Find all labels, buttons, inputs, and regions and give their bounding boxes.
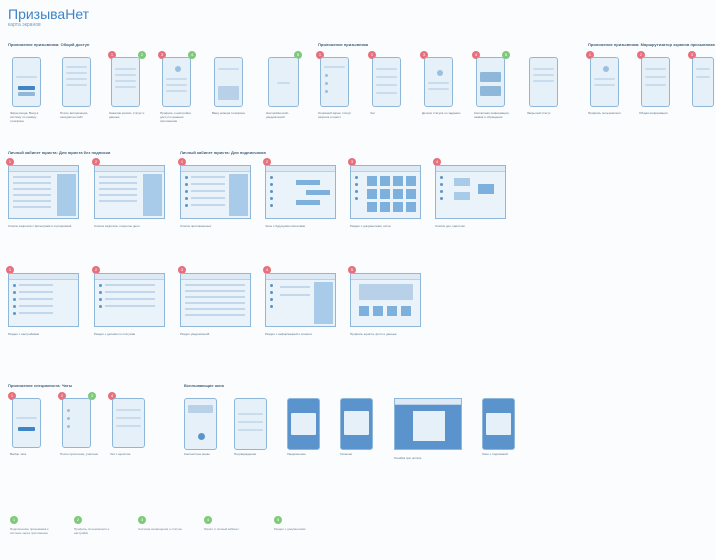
screen-user-profile[interactable] <box>590 57 619 107</box>
caption-lawyer-profile: Профиль юриста, фото и данные <box>350 332 397 336</box>
caption-phone-input: Ввод номера телефона <box>212 111 245 115</box>
caption-payment-error: Ошибка при оплате <box>394 456 422 460</box>
screen-confirm[interactable] <box>234 398 267 450</box>
section-label-popups: Всплывающие окна <box>184 383 224 388</box>
legend-badge: 5 <box>274 516 282 524</box>
section-label-app: Приложение призывника <box>318 42 369 47</box>
caption-context-menu: Контекстное меню <box>184 452 210 456</box>
screen-notify[interactable] <box>287 398 320 450</box>
screen-chat-select[interactable] <box>12 398 41 448</box>
legend-note: Юрист и личный кабинет <box>204 527 239 531</box>
screen-invited[interactable] <box>180 165 251 219</box>
section-label-router: Приложение призывника: Маршрутизатор экр… <box>588 42 715 47</box>
caption-profile: Профиль и настройки, доступ к данным при… <box>160 111 192 123</box>
caption-contact: Контактная информация, заявка и обращени… <box>474 111 510 119</box>
legend-note: Подключение призывника к системе через п… <box>10 527 49 535</box>
screen-notifications[interactable] <box>180 273 251 327</box>
caption-lawyer-list: Список запросов с фильтрами и сортировко… <box>8 224 72 228</box>
caption-after-auth: После авторизации, заходим на сайт <box>60 111 89 119</box>
caption-tooltip: Окно с подсказкой <box>482 452 508 456</box>
caption-main-status: Основной экран: статус запроса и юрист <box>318 111 351 119</box>
screen-lawyer-list[interactable] <box>8 165 79 219</box>
legend-badge: 4 <box>204 516 212 524</box>
screen-login[interactable] <box>12 57 41 107</box>
caption-success: Успешно <box>340 452 353 456</box>
screen-info[interactable] <box>641 57 670 107</box>
caption-client-info: Раздел с информацией о клиенте <box>265 332 313 336</box>
caption-documents-grid: Раздел с документами, сетка <box>350 224 391 228</box>
caption-invited: Список приглашенных <box>180 224 212 228</box>
caption-status-detail: Детали статуса по заданию <box>422 111 461 115</box>
caption-user-profile: Профиль пользователя <box>588 111 621 115</box>
caption-status: Нажатие кнопки, статус и данные <box>109 111 145 119</box>
caption-lawyer-chats: Чаты с будущими клиентами <box>265 224 306 228</box>
caption-confirm: Подтверждение <box>234 452 257 456</box>
screen-cases-status[interactable] <box>94 273 165 327</box>
section-label-lawyer-sub: Личный кабинет юриста: Для подписчиков <box>180 150 266 155</box>
screen-tooltip[interactable] <box>482 398 515 450</box>
caption-chat: Чат <box>370 111 375 115</box>
screen-closed[interactable] <box>529 57 558 107</box>
screen-phone-input[interactable] <box>214 57 243 107</box>
caption-closed: Закрытый статус <box>527 111 551 115</box>
screen-cut[interactable] <box>692 57 714 107</box>
caption-lawyer-case: Список запросов, открытое дело <box>94 224 140 228</box>
screen-chat[interactable] <box>372 57 401 107</box>
section-label-chats: Приложение специалиста: Чаты <box>8 383 73 388</box>
legend-badge: 1 <box>10 516 18 524</box>
caption-settings: Раздел с настройками <box>8 332 40 336</box>
legend-badge: 2 <box>74 516 82 524</box>
screen-lawyer-case[interactable] <box>94 165 165 219</box>
screen-lawyer-chats[interactable] <box>265 165 336 219</box>
caption-notify: Уведомление <box>287 452 306 456</box>
caption-cases-status: Раздел с делами по статусам <box>94 332 136 336</box>
screen-documents-grid[interactable] <box>350 165 421 219</box>
screen-contact[interactable] <box>476 57 505 107</box>
screen-lawyer-profile[interactable] <box>350 273 421 327</box>
screen-push[interactable] <box>268 57 299 107</box>
legend-note: Раздел с документами <box>274 527 306 531</box>
caption-chat-lawyer: Чат с юристом <box>110 452 131 456</box>
section-label-general: Приложение призывника: Общий доступ <box>8 42 90 47</box>
screen-status-detail[interactable] <box>424 57 453 107</box>
screen-cases-cards[interactable] <box>435 165 506 219</box>
page-subtitle: карта экранов <box>8 22 41 28</box>
screen-settings[interactable] <box>8 273 79 327</box>
screen-payment-error[interactable] <box>394 398 462 450</box>
legend-note: Профиль пользователя и настройки <box>74 527 110 535</box>
caption-chat-select: Выбор чата <box>10 452 27 456</box>
screen-after-auth[interactable] <box>62 57 91 107</box>
caption-push: Настройка push-уведомлений <box>266 111 290 119</box>
screen-main-status[interactable] <box>320 57 349 107</box>
page-title: ПризываНет <box>8 6 90 22</box>
screen-context-menu[interactable] <box>184 398 217 450</box>
screen-client-info[interactable] <box>265 273 336 327</box>
legend-note: Система оповещения о статусе <box>138 527 182 531</box>
caption-cases-cards: Список дел, карточки <box>435 224 465 228</box>
screen-chat-participant[interactable] <box>62 398 91 448</box>
caption-chat-participant: После прочтения, участник <box>60 452 98 456</box>
caption-notifications: Раздел уведомлений <box>180 332 210 336</box>
caption-login: Экран входа. Вход в систему по номеру те… <box>10 111 39 123</box>
screen-chat-lawyer[interactable] <box>112 398 145 448</box>
section-label-lawyer-free: Личный кабинет юриста: Для юриста без по… <box>8 150 111 155</box>
caption-info: Общая информация <box>639 111 668 115</box>
screen-profile[interactable] <box>162 57 191 107</box>
screen-success[interactable] <box>340 398 373 450</box>
legend-badge: 3 <box>138 516 146 524</box>
screen-status[interactable] <box>111 57 140 107</box>
